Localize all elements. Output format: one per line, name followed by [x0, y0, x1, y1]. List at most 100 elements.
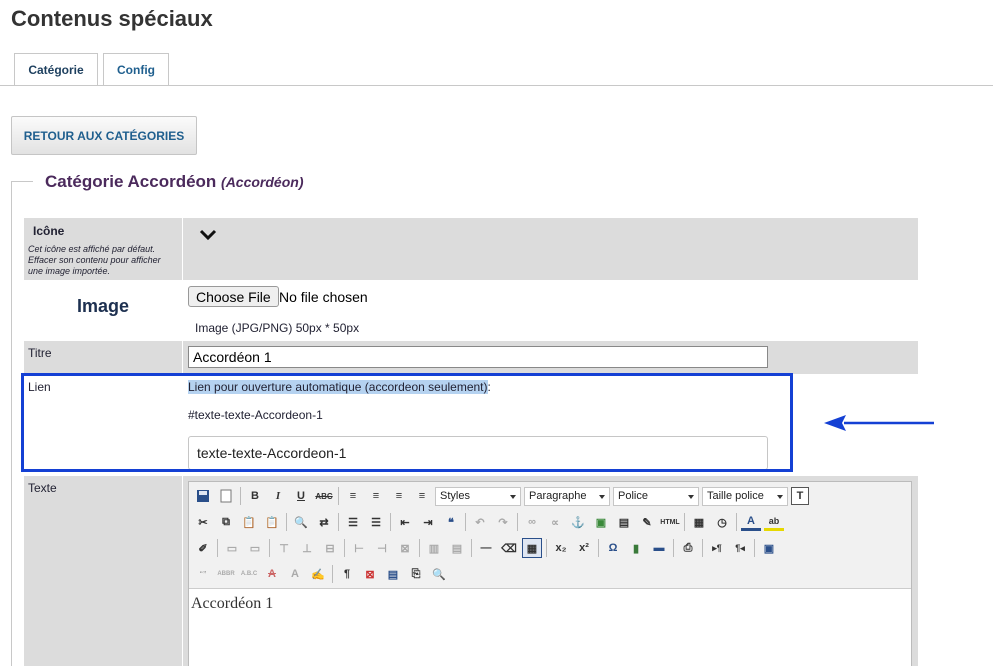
- align-right-icon[interactable]: ≡: [389, 486, 409, 506]
- eraser-icon[interactable]: ⌫: [499, 538, 519, 558]
- blockquote-icon[interactable]: ❝: [441, 512, 461, 532]
- merge-cells-icon[interactable]: ▤: [447, 538, 467, 558]
- cut-icon[interactable]: ✂: [193, 512, 213, 532]
- align-justify-icon[interactable]: ≡: [412, 486, 432, 506]
- delete-text-icon[interactable]: A: [262, 564, 282, 584]
- toolbar-separator: [332, 565, 333, 583]
- attributes-icon[interactable]: ✍: [308, 564, 328, 584]
- rich-text-editor: B I U ABC ≡ ≡ ≡ ≡ Styles Paragraphe Poli…: [188, 481, 912, 666]
- find-icon[interactable]: 🔍: [291, 512, 311, 532]
- edit-icon[interactable]: ✐: [193, 538, 213, 558]
- nonbreaking-icon[interactable]: ⊠: [360, 564, 380, 584]
- icone-help: Cet icône est affiché par défaut. Efface…: [28, 244, 161, 276]
- tab-categorie[interactable]: Catégorie: [14, 53, 98, 86]
- titre-input[interactable]: Accordéon 1: [188, 346, 768, 368]
- titre-row: Titre Accordéon 1: [24, 341, 918, 374]
- template-icon[interactable]: ▤: [383, 564, 403, 584]
- editor-content[interactable]: Accordéon 1: [189, 588, 911, 666]
- numbered-list-icon[interactable]: ☰: [366, 512, 386, 532]
- acronym-icon[interactable]: A.B.C: [239, 564, 259, 584]
- superscript-icon[interactable]: x²: [574, 538, 594, 558]
- toolbar-separator: [217, 539, 218, 557]
- strikethrough-icon[interactable]: ABC: [314, 486, 334, 506]
- align-center-icon[interactable]: ≡: [366, 486, 386, 506]
- indent-icon[interactable]: ⇥: [418, 512, 438, 532]
- tab-config[interactable]: Config: [103, 53, 169, 86]
- link-icon[interactable]: ∞: [522, 512, 542, 532]
- abbr-icon[interactable]: ABBR: [216, 564, 236, 584]
- undo-icon[interactable]: ↶: [470, 512, 490, 532]
- back-to-categories-button[interactable]: RETOUR AUX CATÉGORIES: [11, 116, 197, 155]
- delete-col-icon[interactable]: ⊠: [395, 538, 415, 558]
- col-after-icon[interactable]: ⊣: [372, 538, 392, 558]
- paste-word-icon[interactable]: 📋: [262, 512, 282, 532]
- toolbar-separator: [546, 539, 547, 557]
- ltr-icon[interactable]: ▸¶: [707, 538, 727, 558]
- table-cell-props-icon[interactable]: ▭: [245, 538, 265, 558]
- outdent-icon[interactable]: ⇤: [395, 512, 415, 532]
- insert-text-icon[interactable]: A: [285, 564, 305, 584]
- image-icon[interactable]: ▣: [591, 512, 611, 532]
- horizontal-rule-icon[interactable]: —: [476, 538, 496, 558]
- page-title: Contenus spéciaux: [11, 6, 213, 31]
- row-before-icon[interactable]: ⊤: [274, 538, 294, 558]
- font-select[interactable]: Police: [613, 486, 699, 506]
- icone-row: Icône Cet icône est affiché par défaut. …: [24, 218, 918, 280]
- font-size-select[interactable]: Taille police: [702, 486, 788, 506]
- rtl-icon[interactable]: ¶◂: [730, 538, 750, 558]
- html-icon[interactable]: HTML: [660, 512, 680, 532]
- subscript-icon[interactable]: x₂: [551, 538, 571, 558]
- col-before-icon[interactable]: ⊢: [349, 538, 369, 558]
- chevron-down-icon[interactable]: [199, 228, 217, 242]
- clean-format-icon[interactable]: ✎: [637, 512, 657, 532]
- insert-time-icon[interactable]: ◷: [712, 512, 732, 532]
- fullscreen-icon[interactable]: ▣: [759, 538, 779, 558]
- anchor-icon[interactable]: ⚓: [568, 512, 588, 532]
- paste-icon[interactable]: 📋: [239, 512, 259, 532]
- table-row-props-icon[interactable]: ▭: [222, 538, 242, 558]
- align-left-icon[interactable]: ≡: [343, 486, 363, 506]
- toolbar-row-1: B I U ABC ≡ ≡ ≡ ≡ Styles Paragraphe Poli…: [193, 485, 812, 507]
- new-page-icon[interactable]: [216, 486, 236, 506]
- visual-chars-icon[interactable]: ¶: [337, 564, 357, 584]
- text-color-icon[interactable]: A: [741, 513, 761, 531]
- special-char-icon[interactable]: Ω: [603, 538, 623, 558]
- toolbar-row-3: ✐ ▭ ▭ ⊤ ⊥ ⊟ ⊢ ⊣ ⊠ ▥ ▤ — ⌫ ▦ x₂ x² Ω ▮ ▬ …: [193, 537, 782, 559]
- toolbar-separator: [598, 539, 599, 557]
- row-after-icon[interactable]: ⊥: [297, 538, 317, 558]
- bold-icon[interactable]: B: [245, 486, 265, 506]
- text-format-icon[interactable]: T: [791, 487, 809, 505]
- toolbar-separator: [702, 539, 703, 557]
- italic-icon[interactable]: I: [268, 486, 288, 506]
- table-icon[interactable]: ▦: [522, 538, 542, 558]
- highlight-color-icon[interactable]: ab: [764, 513, 784, 531]
- category-subtitle: (Accordéon): [221, 174, 304, 190]
- bullet-list-icon[interactable]: ☰: [343, 512, 363, 532]
- copy-icon[interactable]: ⧉: [216, 512, 236, 532]
- replace-icon[interactable]: ⇄: [314, 512, 334, 532]
- highlight-box: [21, 373, 793, 472]
- fieldset-border-left: [11, 181, 12, 666]
- split-cells-icon[interactable]: ▥: [424, 538, 444, 558]
- choose-file-button[interactable]: Choose File: [188, 286, 279, 307]
- media-icon[interactable]: ▤: [614, 512, 634, 532]
- toolbar-separator: [240, 487, 241, 505]
- insert-date-icon[interactable]: ▦: [689, 512, 709, 532]
- toolbar-separator: [736, 513, 737, 531]
- paragraph-select[interactable]: Paragraphe: [524, 486, 610, 506]
- print-icon[interactable]: ⎙: [678, 538, 698, 558]
- delete-row-icon[interactable]: ⊟: [320, 538, 340, 558]
- tabs-divider: [0, 85, 993, 86]
- pagebreak-icon[interactable]: ⎘: [406, 564, 426, 584]
- icone-value-cell: [183, 218, 918, 280]
- preview-icon[interactable]: 🔍: [429, 564, 449, 584]
- toolbar-separator: [338, 487, 339, 505]
- cite-icon[interactable]: “”: [193, 564, 213, 584]
- redo-icon[interactable]: ↷: [493, 512, 513, 532]
- hr-icon[interactable]: ▬: [649, 538, 669, 558]
- styles-select[interactable]: Styles: [435, 486, 521, 506]
- underline-icon[interactable]: U: [291, 486, 311, 506]
- unlink-icon[interactable]: ∝: [545, 512, 565, 532]
- save-icon[interactable]: [193, 486, 213, 506]
- film-icon[interactable]: ▮: [626, 538, 646, 558]
